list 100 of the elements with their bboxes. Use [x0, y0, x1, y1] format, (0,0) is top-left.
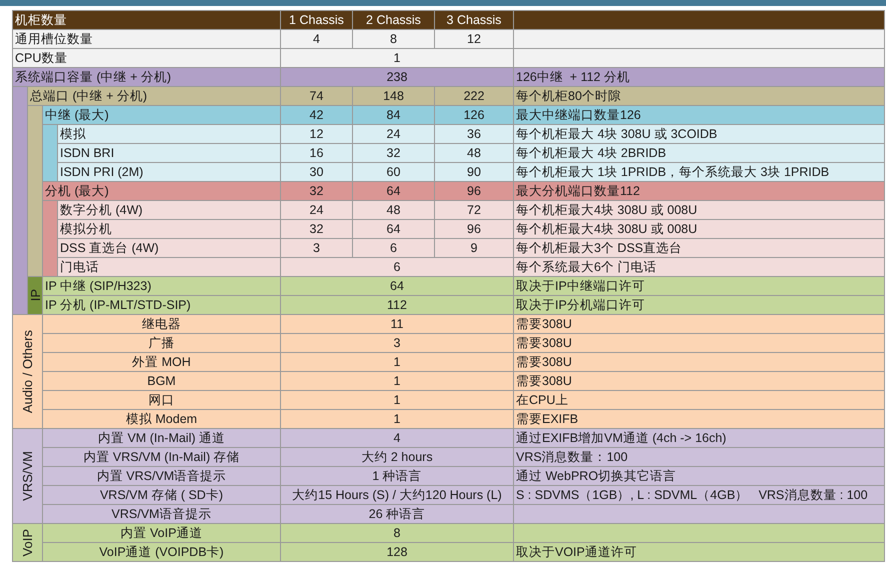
value-cell: 大约 2 hours [280, 448, 513, 466]
value-cell: 8 [280, 524, 513, 542]
row-label: 模拟 [57, 125, 280, 143]
row-label: 继电器 [42, 315, 280, 333]
value-cell: 6 [352, 239, 434, 257]
note-cell: 需要308U [513, 353, 884, 371]
note-cell: 需要308U [513, 315, 884, 333]
row-label: 内置 VoIP通道 [42, 524, 280, 542]
row-label: 分机 (最大) [42, 182, 280, 200]
note-cell: 每个机柜80个时隙 [513, 87, 884, 105]
value-cell: 90 [434, 163, 513, 181]
note-cell: 126中继 + 112 分机 [513, 68, 884, 86]
row-label: DSS 直选台 (4W) [57, 239, 280, 257]
column-header: 2 Chassis [352, 11, 434, 29]
note-cell: 取决于IP中继端口许可 [513, 277, 884, 295]
value-cell: 12 [280, 125, 352, 143]
value-cell: 1 [280, 372, 513, 390]
value-cell: 64 [280, 277, 513, 295]
column-header: 1 Chassis [280, 11, 352, 29]
value-cell: 24 [352, 125, 434, 143]
value-cell: 74 [280, 87, 352, 105]
row-label: IP 中继 (SIP/H323) [42, 277, 280, 295]
note-cell: 最大中继端口数量126 [513, 106, 884, 124]
row-label: CPU数量 [12, 49, 280, 67]
value-cell: 9 [434, 239, 513, 257]
row-label: 外置 MOH [42, 353, 280, 371]
note-cell: 需要308U [513, 334, 884, 352]
value-cell: 24 [280, 201, 352, 219]
group-title: Audio / Others [21, 330, 34, 414]
note-cell: 每个机柜最大 4块 2BRIDB [513, 144, 884, 162]
row-label: IP 分机 (IP-MLT/STD-SIP) [42, 296, 280, 314]
header-label: 机柜数量 [12, 11, 280, 29]
value-cell: 12 [434, 30, 513, 48]
value-cell: 128 [280, 543, 513, 561]
value-cell: 1 种语言 [280, 467, 513, 485]
note-cell: S : SDVMS（1GB）, L : SDVML（4GB） VRS消息数量 : 100 [513, 486, 884, 504]
row-label: BGM [42, 372, 280, 390]
row-label: 门电话 [57, 258, 280, 276]
value-cell: 4 [280, 30, 352, 48]
group-title: IP [28, 289, 42, 302]
value-cell: 16 [280, 144, 352, 162]
value-cell: 238 [280, 68, 513, 86]
note-cell: 取决于IP分机端口许可 [513, 296, 884, 314]
value-cell: 1 [280, 353, 513, 371]
value-cell: 30 [280, 163, 352, 181]
value-cell: 222 [434, 87, 513, 105]
value-cell: 48 [352, 201, 434, 219]
value-cell: 96 [434, 220, 513, 238]
row-label: VoIP通道 (VOIPDB卡) [42, 543, 280, 561]
value-cell: 32 [280, 220, 352, 238]
note-cell: 每个机柜最大 1块 1PRIDB，每个系统最大 3块 1PRIDB [513, 163, 884, 181]
row-label: 中继 (最大) [42, 106, 280, 124]
note-cell: 取决于VOIP通道许可 [513, 543, 884, 561]
row-label: 模拟分机 [57, 220, 280, 238]
row-label: VRS/VM语音提示 [42, 505, 280, 523]
row-label: 广播 [42, 334, 280, 352]
value-cell: 126 [434, 106, 513, 124]
note-cell: 每个机柜最大4块 308U 或 008U [513, 220, 884, 238]
value-cell: 1 [280, 391, 513, 409]
row-label: 总端口 (中继 + 分机) [27, 87, 280, 105]
value-cell: 4 [280, 429, 513, 447]
row-label: ISDN PRI (2M) [57, 163, 280, 181]
value-cell: 1 [280, 49, 513, 67]
value-cell: 3 [280, 334, 513, 352]
value-cell: 48 [434, 144, 513, 162]
value-cell: 26 种语言 [280, 505, 513, 523]
note-cell: 每个机柜最大3个 DSS直选台 [513, 239, 884, 257]
value-cell: 72 [434, 201, 513, 219]
value-cell: 84 [352, 106, 434, 124]
row-label: 数字分机 (4W) [57, 201, 280, 219]
value-cell: 96 [434, 182, 513, 200]
note-cell: 每个机柜最大4块 308U 或 008U [513, 201, 884, 219]
note-cell: 需要EXIFB [513, 410, 884, 428]
value-cell: 64 [352, 182, 434, 200]
value-cell: 32 [280, 182, 352, 200]
row-label: 内置 VRS/VM语音提示 [42, 467, 280, 485]
row-label: 内置 VM (In-Mail) 通道 [42, 429, 280, 447]
value-cell: 42 [280, 106, 352, 124]
value-cell: 112 [280, 296, 513, 314]
column-header: 3 Chassis [434, 11, 513, 29]
value-cell: 8 [352, 30, 434, 48]
value-cell: 36 [434, 125, 513, 143]
value-cell: 11 [280, 315, 513, 333]
group-title: VoIP [21, 528, 34, 556]
value-cell: 60 [352, 163, 434, 181]
value-cell: 148 [352, 87, 434, 105]
note-cell: 每个系统最大6个 门电话 [513, 258, 884, 276]
note-cell: 最大分机端口数量112 [513, 182, 884, 200]
row-label: 通用槽位数量 [12, 30, 280, 48]
note-cell: 通过EXIFB增加VM通道 (4ch -> 16ch) [513, 429, 884, 447]
value-cell: 64 [352, 220, 434, 238]
value-cell: 大约15 Hours (S) / 大约120 Hours (L) [280, 486, 513, 504]
note-cell: 通过 WebPRO切换其它语言 [513, 467, 884, 485]
row-label: 系统端口容量 (中继 + 分机) [12, 68, 280, 86]
group-title: VRS/VM [21, 451, 34, 501]
row-label: VRS/VM 存储 ( SD卡) [42, 486, 280, 504]
value-cell: 1 [280, 410, 513, 428]
value-cell: 32 [352, 144, 434, 162]
note-cell: 每个机柜最大 4块 308U 或 3COIDB [513, 125, 884, 143]
row-label: 模拟 Modem [42, 410, 280, 428]
